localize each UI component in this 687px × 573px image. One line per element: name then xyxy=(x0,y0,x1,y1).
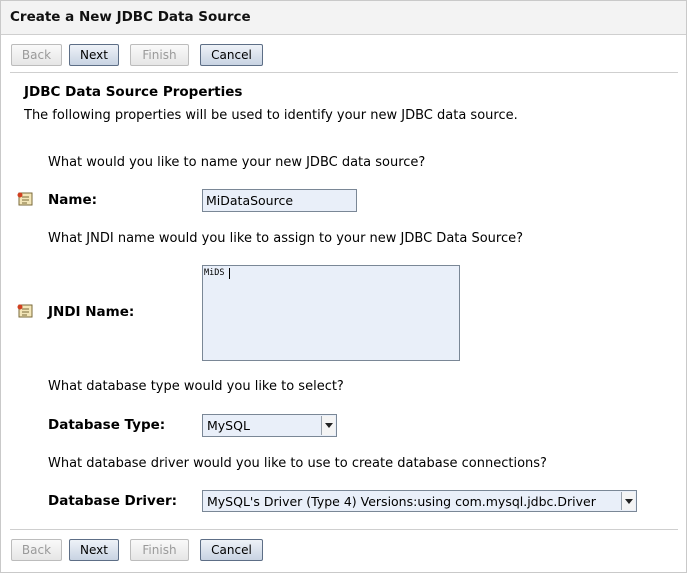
back-button[interactable]: Back xyxy=(11,44,62,66)
wizard-title: Create a New JDBC Data Source xyxy=(10,9,251,25)
section-description: The following properties will be used to… xyxy=(24,108,518,123)
jndi-textarea-value: MiDS xyxy=(204,268,225,278)
required-field-icon xyxy=(17,304,33,318)
chevron-down-icon[interactable] xyxy=(621,492,635,510)
bottom-separator xyxy=(10,529,678,530)
name-input-value: MiDataSource xyxy=(206,193,294,208)
back-button-bottom[interactable]: Back xyxy=(11,539,62,561)
db-driver-question: What database driver would you like to u… xyxy=(48,456,547,471)
next-button[interactable]: Next xyxy=(69,44,119,66)
db-driver-select[interactable]: MySQL's Driver (Type 4) Versions:using c… xyxy=(202,490,637,512)
text-caret xyxy=(229,268,230,279)
required-field-icon xyxy=(17,192,33,206)
jndi-textarea[interactable]: MiDS xyxy=(202,265,460,361)
section-heading: JDBC Data Source Properties xyxy=(24,84,243,100)
db-type-question: What database type would you like to sel… xyxy=(48,379,344,394)
cancel-button-bottom[interactable]: Cancel xyxy=(200,539,263,561)
top-separator xyxy=(10,72,678,73)
cancel-button[interactable]: Cancel xyxy=(200,44,263,66)
db-driver-selected: MySQL's Driver (Type 4) Versions:using c… xyxy=(207,494,596,509)
db-type-label: Database Type: xyxy=(48,417,166,433)
finish-button[interactable]: Finish xyxy=(130,44,189,66)
chevron-down-icon[interactable] xyxy=(321,416,335,435)
jndi-question: What JNDI name would you like to assign … xyxy=(48,231,524,246)
db-type-selected: MySQL xyxy=(207,418,250,433)
db-driver-label: Database Driver: xyxy=(48,493,178,509)
wizard-panel: Create a New JDBC Data Source Back Next … xyxy=(0,0,687,573)
next-button-bottom[interactable]: Next xyxy=(69,539,119,561)
name-question: What would you like to name your new JDB… xyxy=(48,155,426,170)
title-bar: Create a New JDBC Data Source xyxy=(1,1,686,35)
db-type-select[interactable]: MySQL xyxy=(202,414,337,437)
jndi-label: JNDI Name: xyxy=(48,304,135,320)
name-label: Name: xyxy=(48,192,98,208)
finish-button-bottom[interactable]: Finish xyxy=(130,539,189,561)
name-input[interactable]: MiDataSource xyxy=(202,189,357,212)
